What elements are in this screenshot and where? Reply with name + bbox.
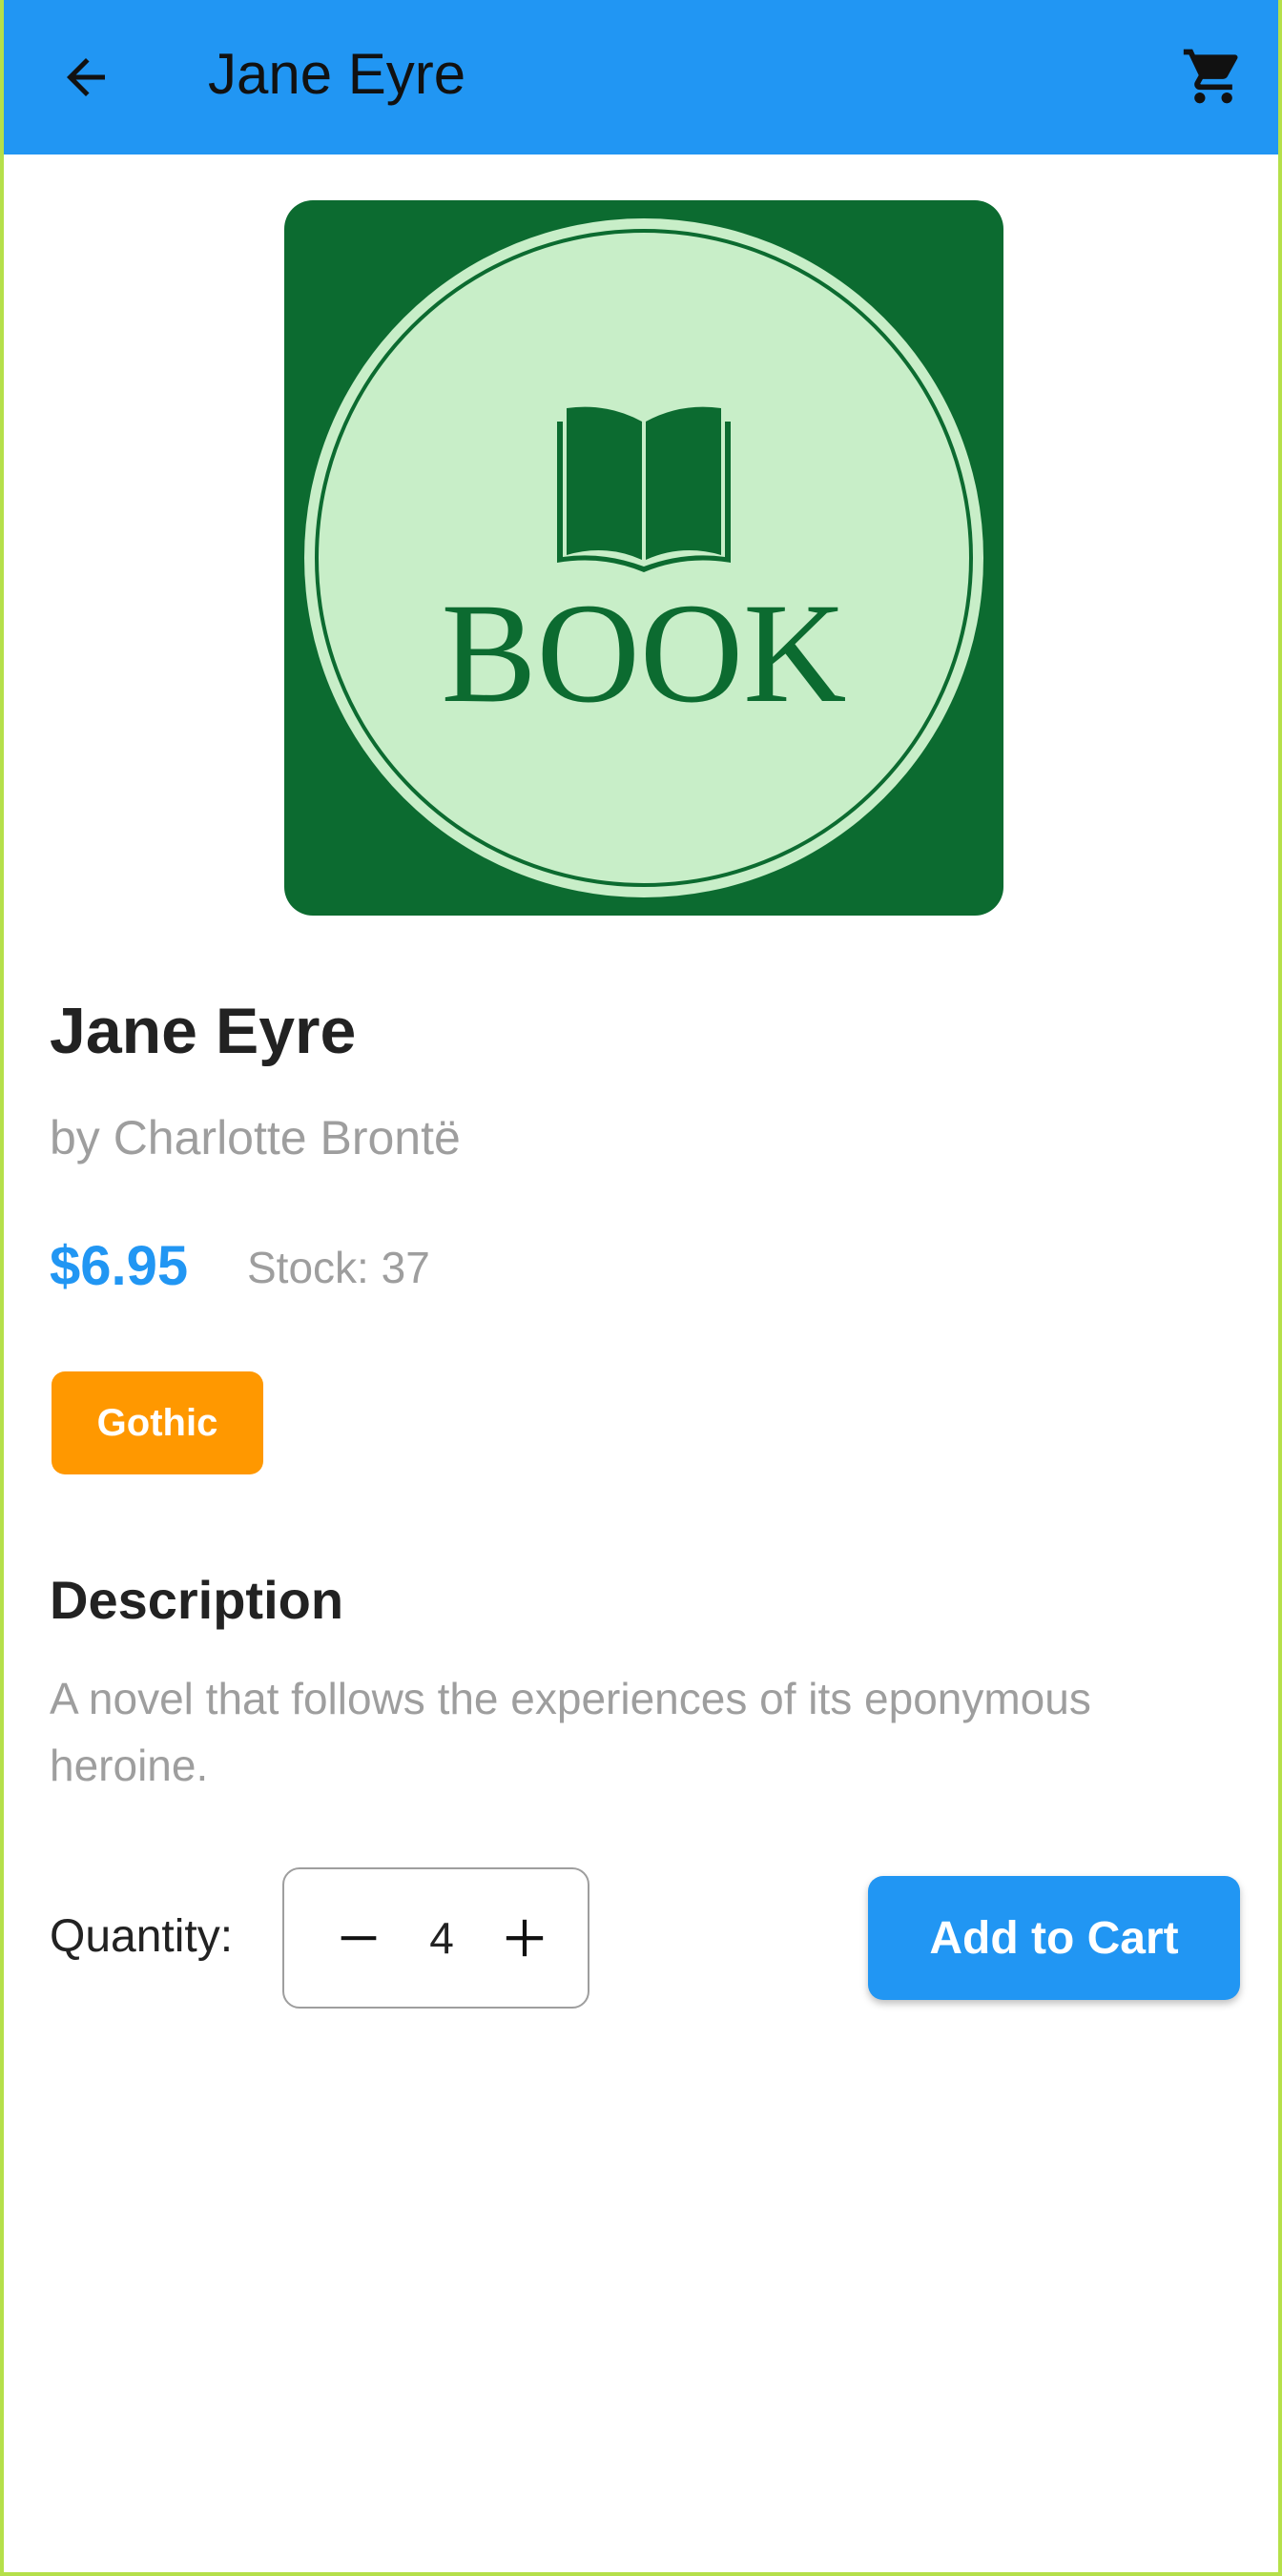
genre-chip[interactable]: Gothic [52, 1371, 263, 1474]
cover-text: BOOK [441, 574, 846, 732]
product-detail-screen: Jane Eyre BOOK Jane Eyre by Charlotte Br… [0, 0, 1282, 2576]
decrement-button[interactable] [330, 1909, 387, 1967]
description-text: A novel that follows the experiences of … [50, 1674, 1091, 1790]
book-author: by Charlotte Brontë [50, 1111, 461, 1164]
back-button[interactable] [50, 41, 122, 113]
app-bar: Jane Eyre [4, 0, 1278, 155]
book-title: Jane Eyre [50, 995, 357, 1067]
add-to-cart-button[interactable]: Add to Cart [868, 1876, 1240, 2000]
minus-icon [341, 1936, 377, 1941]
book-cover-image: BOOK [284, 200, 1003, 916]
app-bar-title: Jane Eyre [208, 42, 466, 106]
book-price: $6.95 [50, 1235, 189, 1297]
stock-count: Stock: 37 [247, 1243, 430, 1292]
shopping-cart-icon [1183, 49, 1238, 104]
quantity-value: 4 [429, 1913, 454, 1963]
increment-button[interactable] [496, 1909, 553, 1967]
cart-button[interactable] [1175, 38, 1251, 114]
quantity-label: Quantity: [50, 1911, 234, 1962]
plus-icon [506, 1919, 544, 1957]
arrow-left-icon [67, 58, 105, 96]
description-heading: Description [50, 1570, 344, 1630]
quantity-stepper: 4 [282, 1867, 589, 2009]
